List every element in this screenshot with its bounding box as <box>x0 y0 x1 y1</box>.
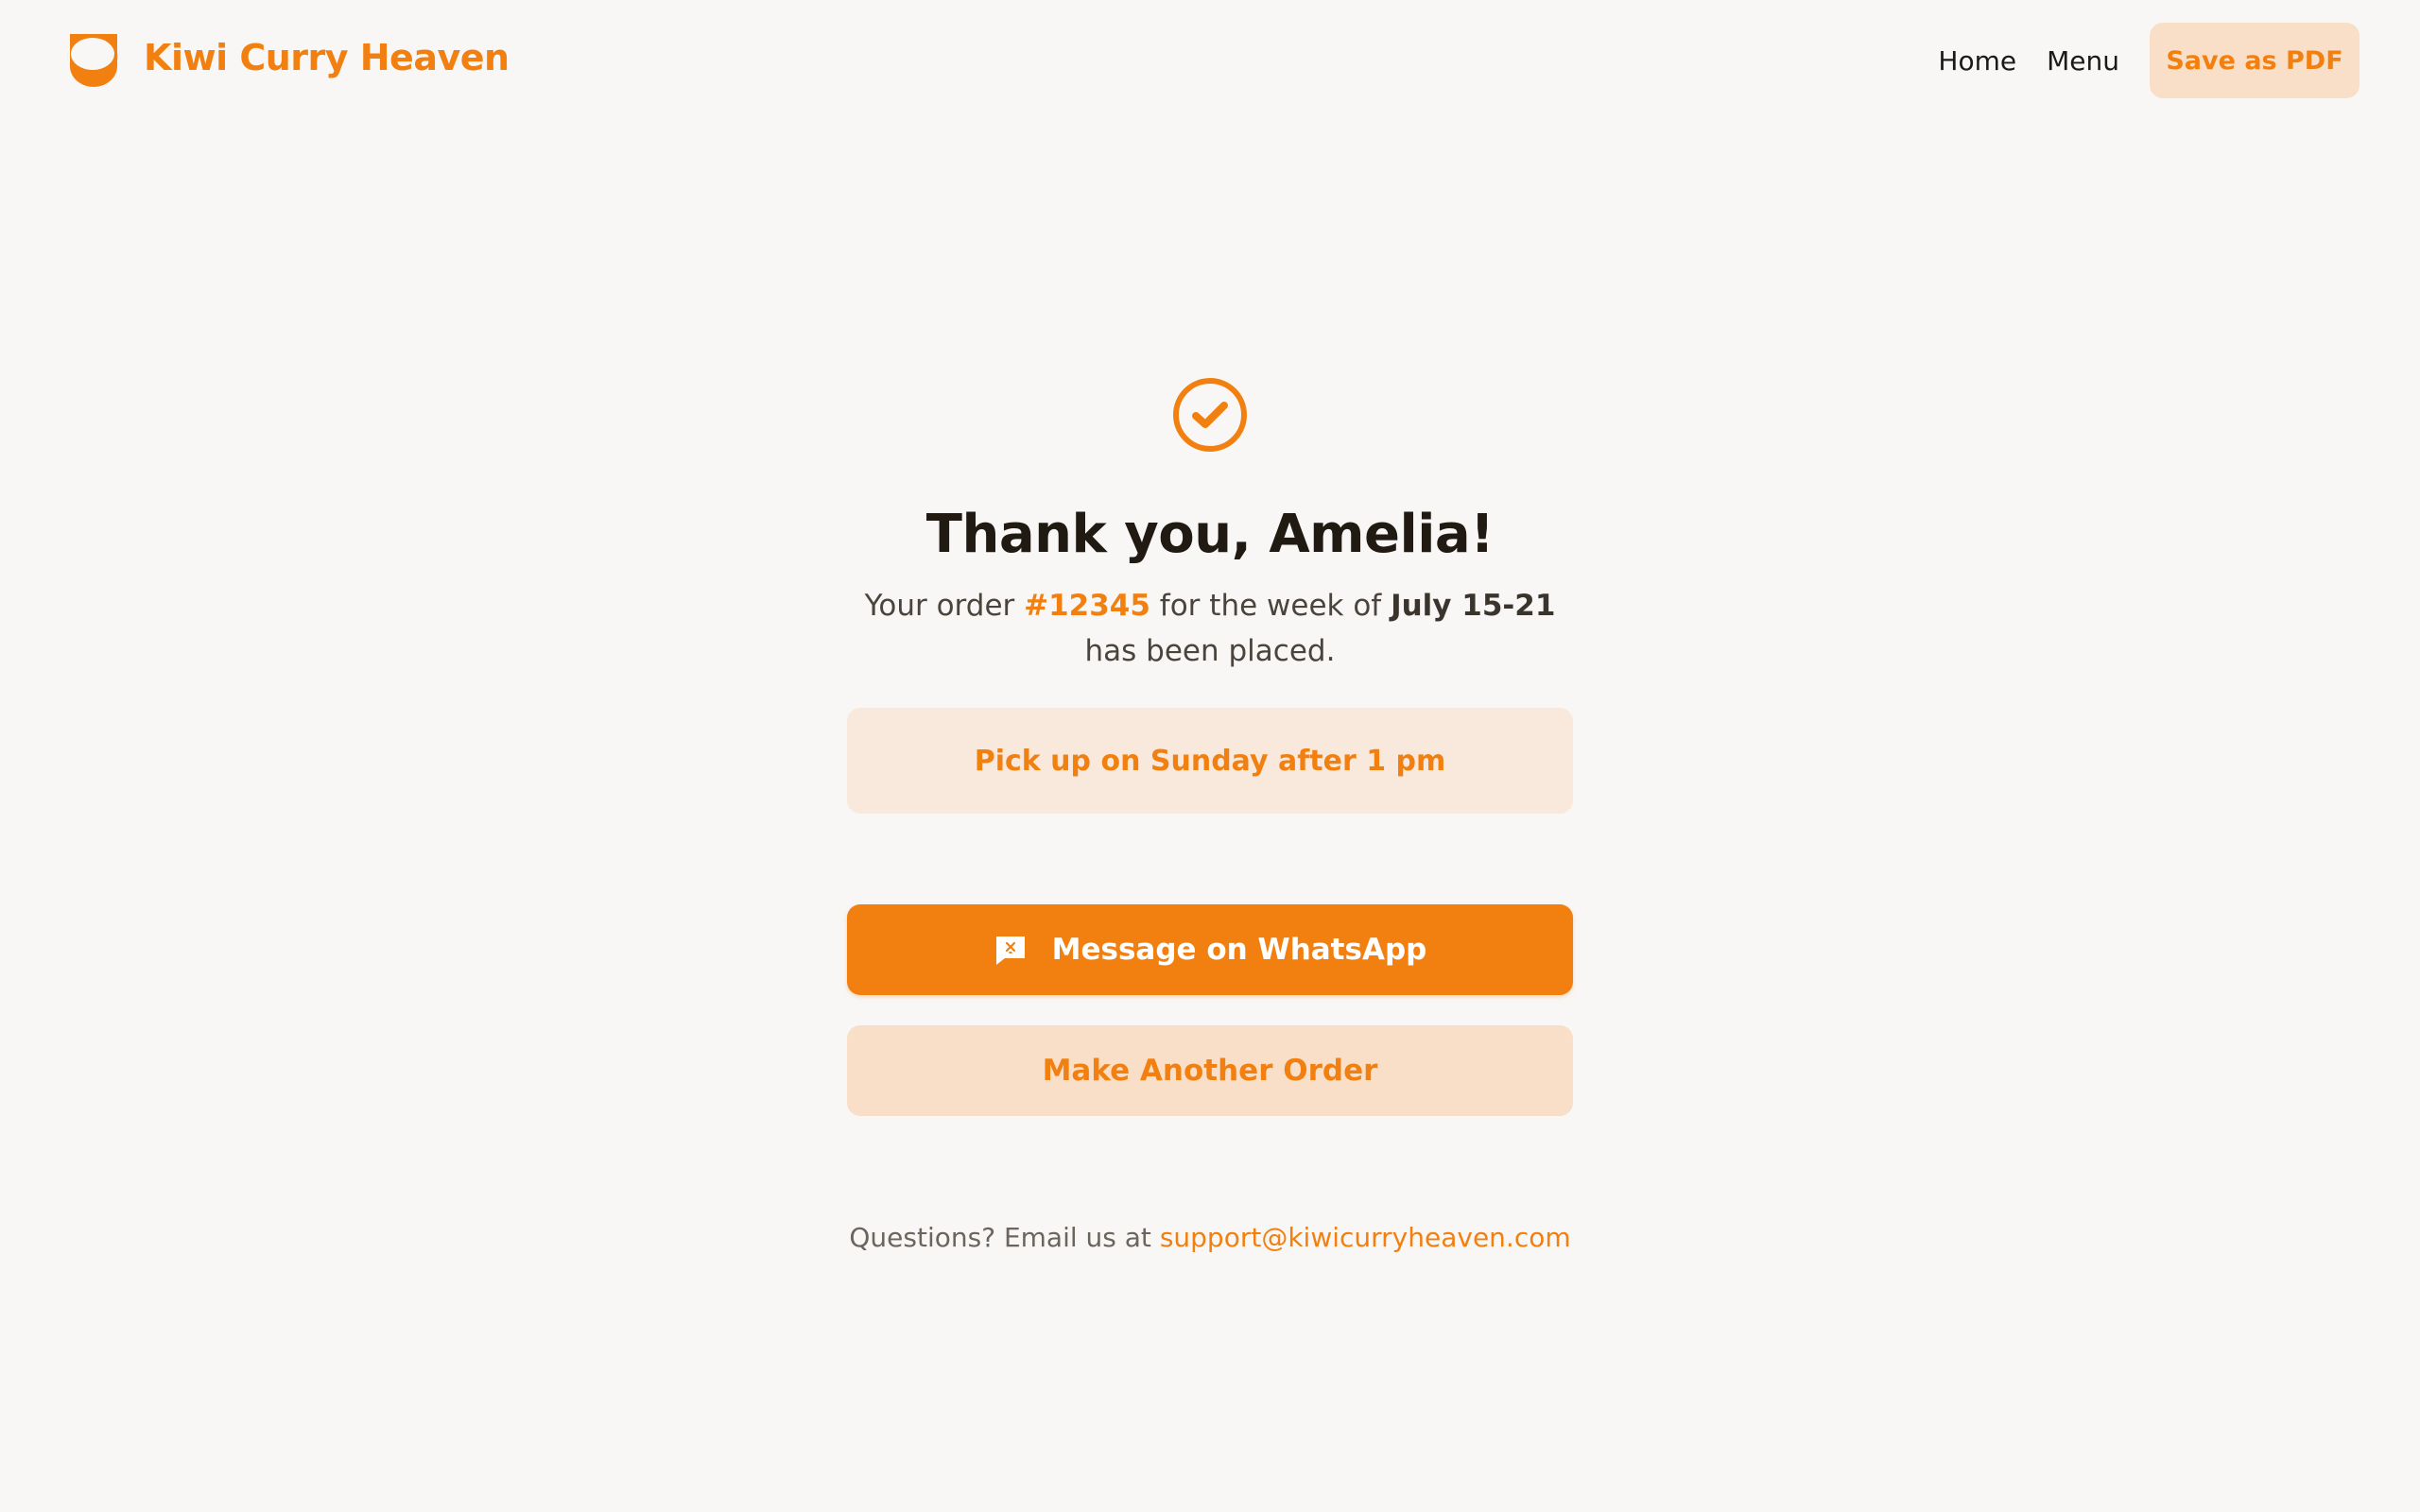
check-circle-icon <box>1173 378 1247 452</box>
order-week: July 15-21 <box>1391 589 1556 624</box>
brand-logo-link[interactable]: Kiwi Curry Heaven <box>64 28 510 87</box>
week-text-prefix: for the week of <box>1150 589 1392 624</box>
make-another-order-button[interactable]: Make Another Order <box>847 1025 1573 1117</box>
support-email-link[interactable]: support@kiwicurryheaven.com <box>1160 1222 1571 1253</box>
brand-name: Kiwi Curry Heaven <box>144 37 510 78</box>
order-text-suffix: has been placed. <box>1084 634 1336 669</box>
check-icon-wrapper <box>847 376 1573 454</box>
nav-menu-link[interactable]: Menu <box>2047 45 2119 77</box>
order-text-prefix: Your order <box>864 589 1025 624</box>
top-nav: Home Menu Save as PDF <box>1938 23 2360 98</box>
save-pdf-button[interactable]: Save as PDF <box>2150 23 2360 98</box>
confirmation-panel: Thank you, Amelia! Your order #12345 for… <box>847 376 1573 1253</box>
order-number: #12345 <box>1024 589 1150 624</box>
header: Kiwi Curry Heaven Home Menu Save as PDF <box>0 0 2420 123</box>
order-summary-text: Your order #12345 for the week of July 1… <box>847 583 1573 674</box>
whatsapp-button-label: Message on WhatsApp <box>1051 933 1427 968</box>
support-text: Questions? Email us at support@kiwicurry… <box>847 1222 1573 1253</box>
support-prefix: Questions? Email us at <box>849 1222 1160 1254</box>
message-icon <box>995 936 1025 966</box>
page-title: Thank you, Amelia! <box>925 504 1495 565</box>
whatsapp-message-button[interactable]: Message on WhatsApp <box>847 904 1573 996</box>
nav-home-link[interactable]: Home <box>1938 45 2016 77</box>
bowl-logo-icon <box>66 34 119 87</box>
pickup-info-banner: Pick up on Sunday after 1 pm <box>847 708 1573 815</box>
